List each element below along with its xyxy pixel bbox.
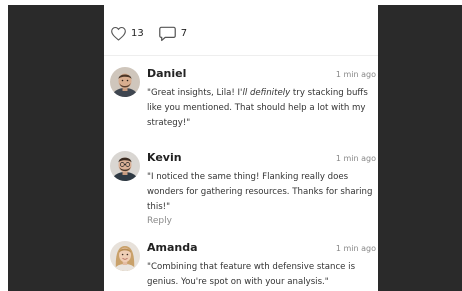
comment-text: "Combining that feature wth defensive st… — [147, 262, 356, 287]
avatar[interactable] — [110, 241, 140, 271]
comment-author[interactable]: Amanda — [147, 241, 198, 254]
comment-button[interactable]: 7 — [158, 25, 187, 42]
window-frame-left — [0, 0, 8, 291]
comments-panel: 13 7 Daniel 1 min ago "Great insights, L… — [104, 5, 378, 291]
post-stats: 13 7 — [110, 25, 201, 42]
like-button[interactable]: 13 — [110, 26, 144, 41]
heart-icon — [111, 26, 126, 41]
avatar[interactable] — [110, 151, 140, 181]
comment-author[interactable]: Daniel — [147, 67, 186, 80]
avatar[interactable] — [110, 67, 140, 97]
comment-timestamp: 1 min ago — [335, 70, 376, 79]
divider — [104, 55, 378, 56]
like-count: 13 — [131, 28, 144, 39]
comment-text: "I noticed the same thing! Flanking real… — [147, 172, 373, 212]
reply-button[interactable]: Reply — [147, 216, 376, 226]
comment-bubble-icon — [158, 26, 176, 42]
right-backdrop — [378, 5, 462, 291]
comment-author[interactable]: Kevin — [147, 151, 182, 164]
comment-count: 7 — [180, 28, 188, 39]
left-backdrop — [8, 5, 104, 291]
comment-text: "Great insights, Lila! I'll definitely t… — [147, 88, 368, 128]
comment-timestamp: 1 min ago — [335, 154, 376, 163]
comment-timestamp: 1 min ago — [335, 244, 376, 253]
